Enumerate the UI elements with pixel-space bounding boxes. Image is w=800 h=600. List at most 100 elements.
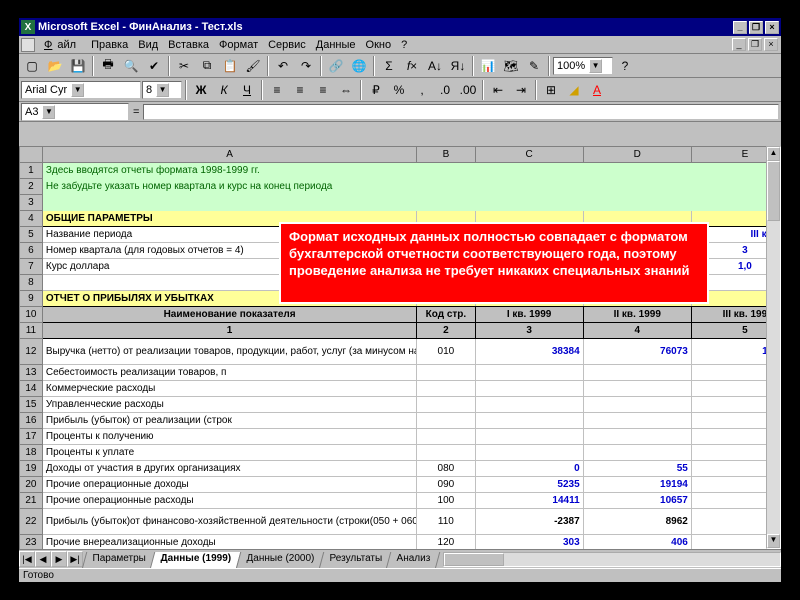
underline-icon[interactable]: Ч	[236, 79, 258, 100]
cell[interactable]: 090	[417, 477, 475, 493]
cell[interactable]	[475, 445, 583, 461]
sort-asc-icon[interactable]: A↓	[424, 55, 446, 76]
cell[interactable]: 38384	[475, 339, 583, 365]
chevron-down-icon[interactable]: ▼	[71, 83, 84, 97]
scroll-thumb[interactable]	[444, 553, 504, 566]
cell[interactable]: Прочие операционные доходы	[42, 477, 416, 493]
italic-icon[interactable]: К	[213, 79, 235, 100]
tab-first-icon[interactable]: |◀	[19, 551, 35, 567]
merge-center-icon[interactable]: ⇔	[335, 79, 357, 100]
cell[interactable]	[583, 179, 691, 195]
format-painter-icon[interactable]: 🖌	[242, 55, 264, 76]
cell[interactable]: Наименование показателя	[42, 307, 416, 323]
row-header[interactable]: 23	[20, 535, 43, 550]
cell[interactable]: Выручка (нетто) от реализации товаров, п…	[42, 339, 416, 365]
chart-wizard-icon[interactable]: 📊	[477, 55, 499, 76]
cell[interactable]	[583, 195, 691, 211]
row-header[interactable]: 16	[20, 413, 43, 429]
tab-last-icon[interactable]: ▶|	[67, 551, 83, 567]
scroll-down-icon[interactable]: ▼	[767, 534, 780, 548]
font-color-icon[interactable]: A	[586, 79, 608, 100]
vertical-scrollbar[interactable]: ▲ ▼	[766, 146, 781, 549]
horizontal-scrollbar[interactable]	[443, 552, 781, 567]
maximize-button[interactable]: ❐	[749, 21, 763, 34]
row-header[interactable]: 4	[20, 211, 43, 227]
open-icon[interactable]: 📂	[44, 55, 66, 76]
print-icon[interactable]: 🖶	[97, 55, 119, 76]
row-header[interactable]: 12	[20, 339, 43, 365]
column-header[interactable]: A	[42, 147, 416, 163]
function-icon[interactable]: f×	[401, 55, 423, 76]
doc-close-button[interactable]: ×	[764, 38, 778, 51]
cell[interactable]: 3	[475, 323, 583, 339]
increase-indent-icon[interactable]: ⇥	[510, 79, 532, 100]
formula-input[interactable]	[143, 104, 779, 120]
align-left-icon[interactable]: ≡	[266, 79, 288, 100]
hyperlink-icon[interactable]: 🔗	[325, 55, 347, 76]
row-header[interactable]: 5	[20, 227, 43, 243]
menu-tools[interactable]: Сервис	[263, 37, 311, 53]
doc-minimize-button[interactable]: _	[732, 38, 746, 51]
cell[interactable]: 0	[475, 461, 583, 477]
zoom-combo[interactable]: 100%▼	[553, 57, 613, 75]
row-header[interactable]: 3	[20, 195, 43, 211]
cell[interactable]: 110	[417, 509, 475, 535]
cell[interactable]: Прочие операционные расходы	[42, 493, 416, 509]
cell[interactable]: 120	[417, 535, 475, 550]
sheet-tab[interactable]: Результаты	[318, 552, 391, 569]
cell[interactable]	[583, 445, 691, 461]
cell[interactable]: Прибыль (убыток) от реализации (строк	[42, 413, 416, 429]
menu-window[interactable]: Окно	[361, 37, 397, 53]
cell[interactable]	[475, 397, 583, 413]
close-button[interactable]: ×	[765, 21, 779, 34]
scroll-thumb[interactable]	[767, 161, 780, 221]
row-header[interactable]: 1	[20, 163, 43, 179]
spellcheck-icon[interactable]: ✔	[143, 55, 165, 76]
cell[interactable]: 5235	[475, 477, 583, 493]
minimize-button[interactable]: _	[733, 21, 747, 34]
bold-icon[interactable]: Ж	[190, 79, 212, 100]
cell[interactable]	[417, 195, 475, 211]
chevron-down-icon[interactable]: ▼	[42, 105, 55, 119]
row-header[interactable]: 20	[20, 477, 43, 493]
sheet-tab[interactable]: Анализ	[386, 552, 440, 569]
chevron-down-icon[interactable]: ▼	[589, 59, 602, 73]
help-icon[interactable]: ?	[614, 55, 636, 76]
cell[interactable]: 10657	[583, 493, 691, 509]
cell[interactable]	[475, 413, 583, 429]
cell[interactable]: 55	[583, 461, 691, 477]
cell[interactable]	[417, 429, 475, 445]
row-header[interactable]: 2	[20, 179, 43, 195]
cell[interactable]: 406	[583, 535, 691, 550]
cell[interactable]	[42, 195, 416, 211]
column-header[interactable]: C	[475, 147, 583, 163]
menu-view[interactable]: Вид	[133, 37, 163, 53]
cell[interactable]	[417, 365, 475, 381]
cell[interactable]: 14411	[475, 493, 583, 509]
tab-next-icon[interactable]: ▶	[51, 551, 67, 567]
row-header[interactable]: 21	[20, 493, 43, 509]
undo-icon[interactable]: ↶	[272, 55, 294, 76]
cell[interactable]	[417, 445, 475, 461]
row-header[interactable]: 8	[20, 275, 43, 291]
cell[interactable]: 010	[417, 339, 475, 365]
name-box[interactable]: A3 ▼	[21, 103, 129, 121]
column-header[interactable]: B	[417, 147, 475, 163]
menu-file[interactable]: Файл	[39, 37, 86, 53]
cell[interactable]	[417, 413, 475, 429]
row-header[interactable]: 13	[20, 365, 43, 381]
redo-icon[interactable]: ↷	[295, 55, 317, 76]
cell[interactable]	[583, 429, 691, 445]
percent-icon[interactable]: %	[388, 79, 410, 100]
row-header[interactable]: 19	[20, 461, 43, 477]
row-header[interactable]: 6	[20, 243, 43, 259]
row-header[interactable]: 14	[20, 381, 43, 397]
decrease-indent-icon[interactable]: ⇤	[487, 79, 509, 100]
cell[interactable]	[475, 179, 583, 195]
tab-prev-icon[interactable]: ◀	[35, 551, 51, 567]
cell[interactable]: 76073	[583, 339, 691, 365]
row-header[interactable]: 9	[20, 291, 43, 307]
align-center-icon[interactable]: ≡	[289, 79, 311, 100]
decrease-decimal-icon[interactable]: .00	[457, 79, 479, 100]
sheet-tab[interactable]: Данные (2000)	[236, 552, 324, 569]
